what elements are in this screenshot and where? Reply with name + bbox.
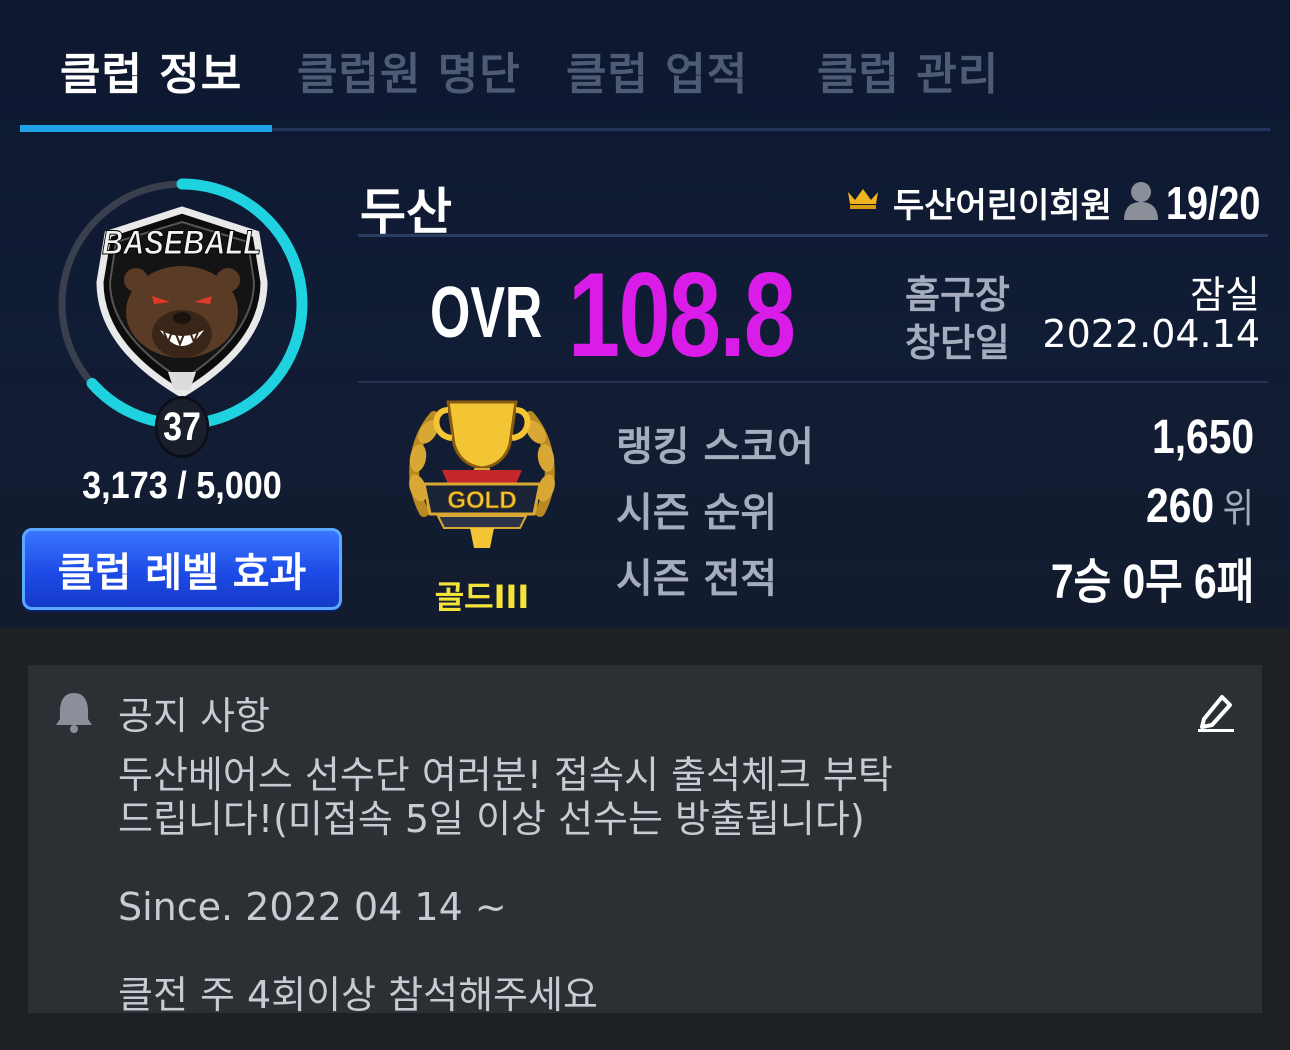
season-rank-label: 시즌 순위 (616, 490, 778, 536)
club-exp-text: 3,173 / 5,000 (82, 465, 282, 507)
season-record-value: 7승 0무 6패 (1050, 556, 1254, 609)
header-divider (358, 234, 1268, 237)
season-rank-unit: 위 (1222, 487, 1254, 531)
club-info-panel: 클럽 정보 클럽원 명단 클럽 업적 클럽 관리 BASEBALL 37 3,1… (0, 0, 1290, 628)
season-record-label: 시즌 전적 (616, 556, 778, 602)
tab-bar: 클럽 정보 클럽원 명단 클럽 업적 클럽 관리 (20, 0, 1270, 132)
tab-club-management[interactable]: 클럽 관리 (817, 38, 999, 102)
ovr-label: OVR (430, 273, 543, 353)
crown-icon (848, 189, 878, 209)
tab-club-info[interactable]: 클럽 정보 (60, 38, 242, 102)
pencil-icon[interactable] (1196, 691, 1236, 733)
club-level-effect-button[interactable]: 클럽 레벨 효과 (22, 528, 342, 610)
stadium-value: 잠실 (1190, 273, 1260, 317)
person-icon (1124, 182, 1158, 220)
season-rank: 260 위 (1146, 476, 1254, 534)
tab-club-achievements[interactable]: 클럽 업적 (566, 38, 748, 102)
svg-text:GOLD: GOLD (447, 487, 516, 514)
tab-club-members[interactable]: 클럽원 명단 (297, 38, 521, 102)
gold-tier-trophy-icon: GOLD (409, 400, 555, 548)
stadium-label: 홈구장 (905, 273, 1010, 317)
bear-logo: BASEBALL (96, 206, 268, 399)
notice-title: 공지 사항 (118, 694, 270, 738)
season-rank-value: 260 (1146, 480, 1215, 533)
svg-text:BASEBALL: BASEBALL (102, 223, 261, 262)
club-level-badge: 37 (154, 396, 210, 458)
founded-value: 2022.04.14 (1042, 312, 1260, 356)
notice-panel: 공지 사항 두산베어스 선수단 여러분! 접속시 출석체크 부탁 드립니다!(미… (28, 665, 1262, 1013)
member-count: 19/20 (1166, 177, 1261, 229)
club-leader-name: 두산어린이회원 (893, 186, 1112, 226)
ranking-score-value: 1,650 (1151, 411, 1254, 464)
founded-label: 창단일 (905, 321, 1010, 365)
ranking-score-label: 랭킹 스코어 (616, 424, 814, 470)
info-divider (358, 381, 1268, 383)
tier-name: 골드III (434, 578, 530, 616)
notice-body: 두산베어스 선수단 여러분! 접속시 출석체크 부탁 드립니다!(미접속 5일 … (118, 753, 893, 1013)
bell-icon (56, 693, 92, 733)
ovr-value: 108.8 (568, 248, 796, 382)
active-tab-indicator (20, 125, 272, 132)
